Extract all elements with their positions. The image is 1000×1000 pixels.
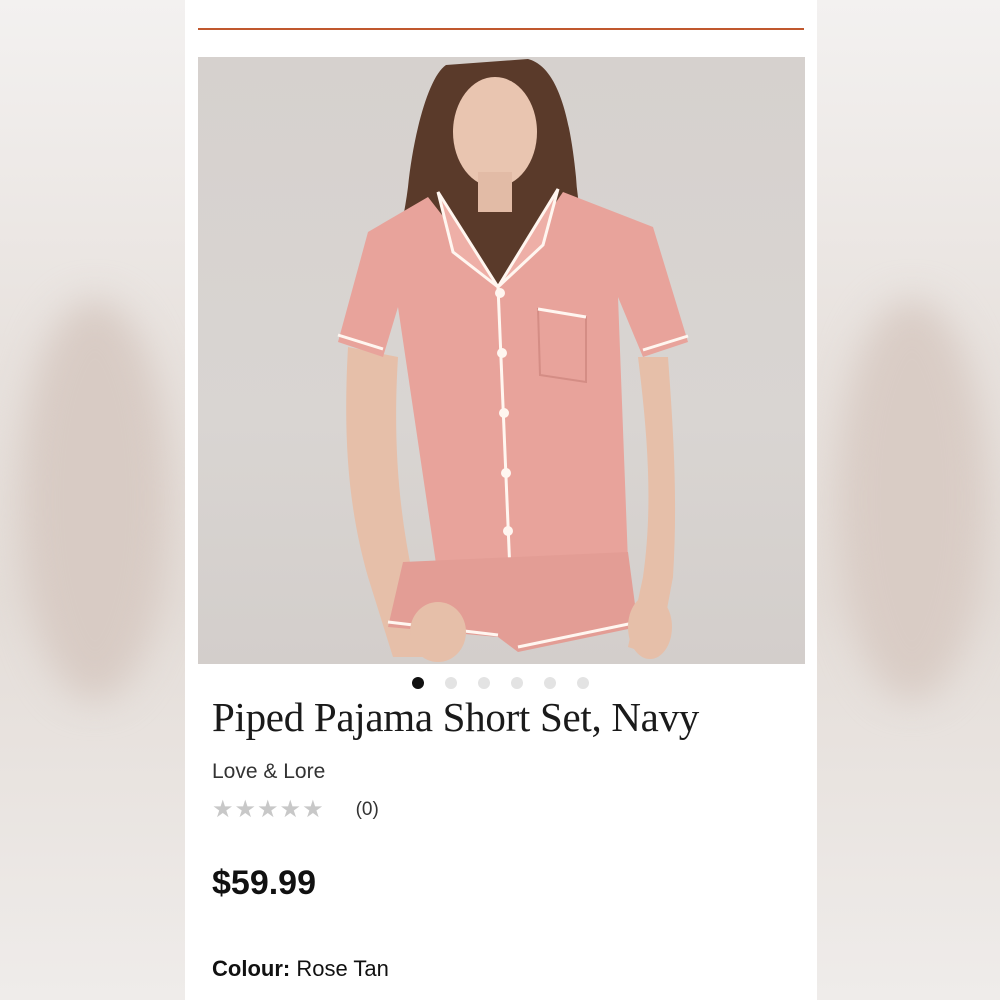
carousel-dot-6[interactable] <box>577 677 589 689</box>
product-image[interactable] <box>198 57 805 664</box>
carousel-dot-3[interactable] <box>478 677 490 689</box>
star-icon: ★ <box>257 796 279 823</box>
review-count[interactable]: (0) <box>356 799 379 821</box>
header-divider <box>198 28 804 30</box>
product-page: Piped Pajama Short Set, Navy Love & Lore… <box>185 0 817 1000</box>
star-icon: ★ <box>279 796 302 823</box>
colour-value: Rose Tan <box>296 956 389 981</box>
product-title: Piped Pajama Short Set, Navy <box>212 694 699 740</box>
right-blurred-backdrop <box>817 0 1000 1000</box>
carousel-dot-5[interactable] <box>544 677 556 689</box>
colour-selection: Colour: Rose Tan <box>212 956 389 982</box>
carousel-dot-1[interactable] <box>412 677 424 689</box>
product-brand-link[interactable]: Love & Lore <box>212 760 325 784</box>
product-photo-illustration <box>337 59 689 662</box>
carousel-dot-4[interactable] <box>511 677 523 689</box>
product-rating[interactable]: ★ ★ ★ ★ ★ (0) <box>212 798 379 822</box>
star-icon: ★ <box>234 796 257 823</box>
rating-stars: ★ ★ ★ ★ ★ <box>212 798 324 822</box>
colour-label: Colour: <box>212 956 291 981</box>
left-blurred-backdrop <box>0 0 185 1000</box>
carousel-dot-2[interactable] <box>445 677 457 689</box>
product-price: $59.99 <box>212 864 316 902</box>
star-icon: ★ <box>302 796 324 823</box>
star-icon: ★ <box>212 796 234 823</box>
carousel-dots <box>412 677 589 689</box>
